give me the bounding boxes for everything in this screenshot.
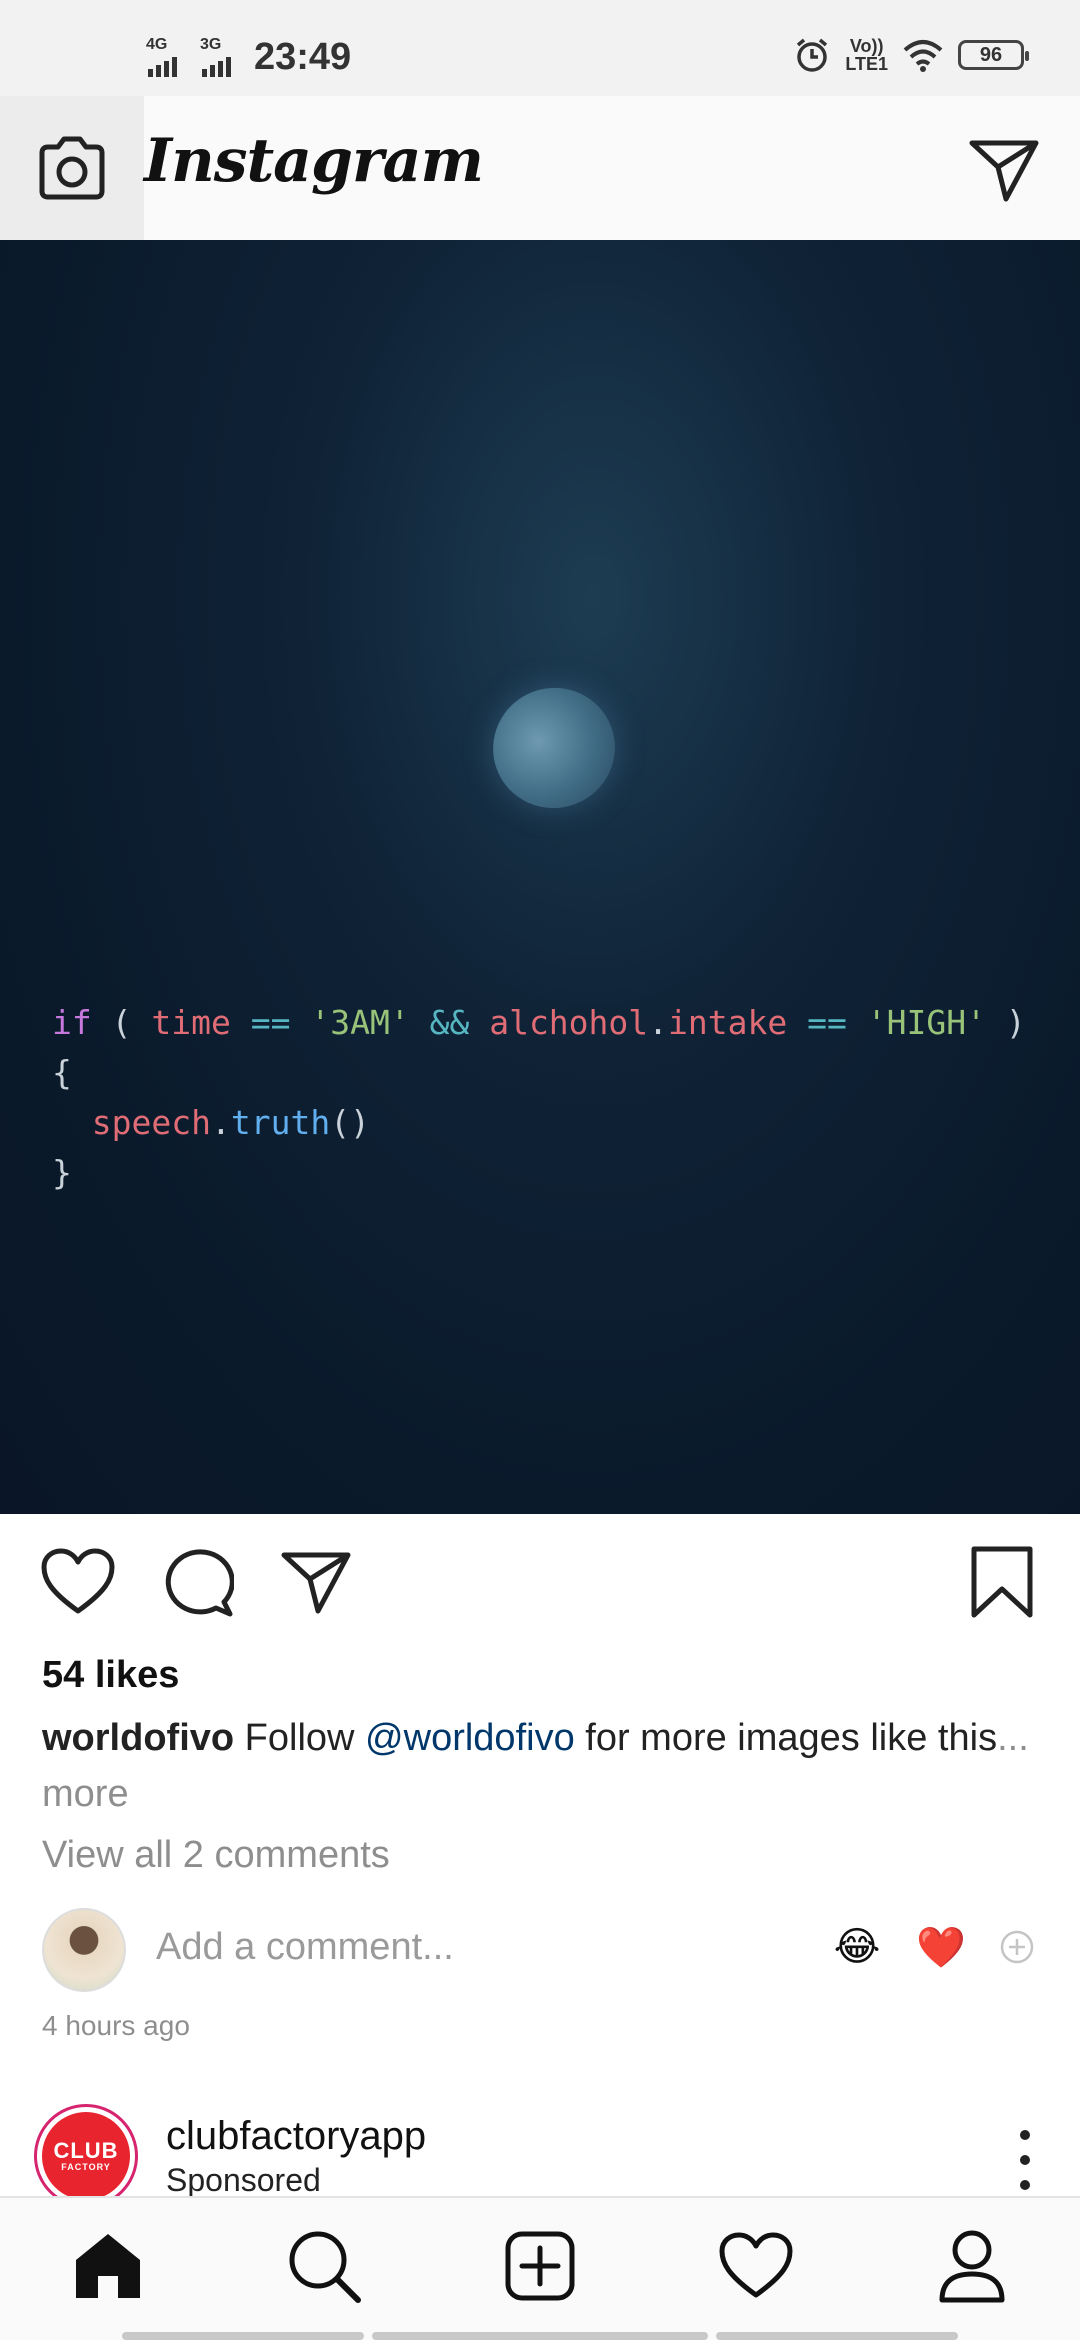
volte-bottom: LTE1 [845, 54, 888, 74]
search-icon [289, 2231, 361, 2303]
bookmark-icon [971, 1546, 1033, 1618]
club-factory-logo: CLUB FACTORY [42, 2112, 130, 2200]
post-timestamp: 4 hours ago [42, 2010, 190, 2041]
app-header: Instagram [0, 96, 1080, 240]
logo-text-factory: FACTORY [61, 2162, 111, 2172]
avatar[interactable] [42, 1908, 126, 1992]
gesture-bar-segment [372, 2332, 708, 2340]
network-type-1: 4G [146, 36, 168, 53]
code-line-4: } [52, 1153, 72, 1192]
code-line-2: { [52, 1053, 72, 1092]
sponsored-label: Sponsored [166, 2162, 321, 2198]
caption-mention[interactable]: @worldofivo [365, 1717, 575, 1759]
profile-icon [939, 2230, 1005, 2303]
wifi-icon [903, 40, 943, 72]
dot-icon [1020, 2155, 1030, 2165]
more-reactions-button[interactable] [992, 1922, 1042, 1972]
status-bar: 4G 3G 23:49 Vo)) LTE1 96 [0, 0, 1080, 96]
clock: 23:49 [254, 36, 352, 78]
status-icons: Vo)) LTE1 96 [793, 36, 1029, 74]
volte-top: Vo)) [849, 36, 884, 56]
direct-messages-button[interactable] [964, 130, 1044, 210]
next-post-header: CLUB FACTORY clubfactoryapp Sponsored [0, 2100, 1080, 2208]
nav-search[interactable] [284, 2226, 364, 2306]
heart-icon [41, 1548, 115, 1614]
view-all-comments-link[interactable]: View all 2 comments [42, 1834, 390, 1877]
instagram-logo: Instagram [144, 126, 484, 196]
nav-activity[interactable] [716, 2226, 796, 2306]
nav-home[interactable] [68, 2226, 148, 2306]
signal-bars-icon [148, 56, 180, 77]
volte-indicator: Vo)) LTE1 [845, 37, 888, 73]
add-comment-row: Add a comment... 😂 ❤️ [42, 1908, 1042, 1994]
post-actions [0, 1514, 1080, 1644]
bottom-navigation [0, 2196, 1080, 2340]
paper-plane-icon [969, 140, 1039, 202]
camera-button[interactable] [0, 96, 144, 240]
network-type-2: 3G [200, 36, 222, 53]
caption-text-1: Follow [244, 1717, 355, 1759]
like-button[interactable] [40, 1544, 116, 1620]
add-circle-icon [1000, 1930, 1034, 1964]
nav-new-post[interactable] [500, 2226, 580, 2306]
code-line-1: if ( time == '3AM' && alchohol.intake ==… [52, 1003, 1026, 1042]
moon-graphic [476, 670, 632, 826]
post-username[interactable]: clubfactoryapp [166, 2114, 426, 2159]
alarm-icon [797, 38, 828, 72]
save-button[interactable] [964, 1544, 1040, 1620]
signal-bars-icon [202, 56, 234, 77]
paper-plane-icon [281, 1552, 351, 1614]
add-post-icon [505, 2231, 575, 2301]
code-snippet: if ( time == '3AM' && alchohol.intake ==… [52, 998, 1026, 1198]
comment-bubble-icon [165, 1549, 234, 1617]
post-image[interactable]: if ( time == '3AM' && alchohol.intake ==… [0, 240, 1080, 1514]
code-line-3: speech.truth() [91, 1103, 370, 1142]
caption-username[interactable]: worldofivo [42, 1717, 234, 1759]
post-caption: worldofivo Follow @worldofivo for more i… [42, 1710, 1042, 1822]
heart-emoji-reaction[interactable]: ❤️ [916, 1922, 966, 1972]
comment-input[interactable]: Add a comment... [156, 1926, 454, 1969]
laughing-emoji-reaction[interactable]: 😂 [832, 1922, 882, 1972]
home-icon [76, 2234, 140, 2298]
battery-indicator: 96 [958, 40, 1029, 70]
logo-text-club: CLUB [53, 2138, 119, 2163]
like-count[interactable]: 54 likes [42, 1654, 179, 1697]
dot-icon [1020, 2180, 1030, 2190]
comment-button[interactable] [160, 1544, 236, 1620]
gesture-bar-segment [716, 2332, 958, 2340]
activity-heart-icon [719, 2232, 793, 2298]
gesture-bar-segment [122, 2332, 364, 2340]
camera-icon [39, 136, 105, 200]
dot-icon [1020, 2130, 1030, 2140]
caption-text-2: for more images like this [585, 1717, 998, 1759]
share-button[interactable] [278, 1544, 354, 1620]
more-options-button[interactable] [1010, 2130, 1040, 2190]
nav-profile[interactable] [932, 2226, 1012, 2306]
avatar[interactable]: CLUB FACTORY [34, 2104, 138, 2208]
